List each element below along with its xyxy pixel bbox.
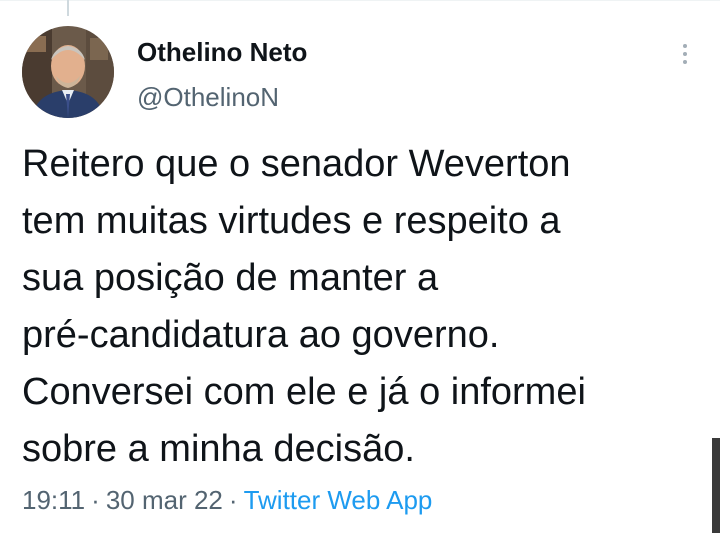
more-vertical-icon bbox=[683, 44, 687, 64]
tweet-text: Reitero que o senador Weverton tem muita… bbox=[22, 136, 712, 478]
tweet-text-line: tem muitas virtudes e respeito a bbox=[22, 200, 561, 242]
tweet-time[interactable]: 19:11 bbox=[22, 485, 85, 515]
tweet-metadata: 19:11 · 30 mar 22 · Twitter Web App bbox=[22, 485, 432, 516]
more-options-button[interactable] bbox=[670, 38, 700, 70]
metadata-separator: · bbox=[228, 485, 238, 515]
tweet-text-line: Conversei com ele e já o informei bbox=[22, 371, 586, 413]
author-name[interactable]: Othelino Neto bbox=[137, 37, 307, 68]
tweet-text-line: Reitero que o senador Weverton bbox=[22, 143, 571, 185]
avatar[interactable] bbox=[22, 26, 114, 118]
tweet-text-line: sua posição de manter a bbox=[22, 257, 439, 299]
tweet-date[interactable]: 30 mar 22 bbox=[106, 485, 223, 515]
avatar-image bbox=[22, 26, 114, 118]
tweet-source-link[interactable]: Twitter Web App bbox=[244, 485, 433, 515]
tweet-text-line: sobre a minha decisão. bbox=[22, 428, 415, 470]
thread-connector-line bbox=[67, 0, 69, 16]
metadata-separator: · bbox=[91, 485, 100, 515]
tweet-text-line: pré-candidatura ao governo. bbox=[22, 314, 500, 356]
scrollbar-thumb[interactable] bbox=[712, 438, 720, 533]
author-handle[interactable]: @OthelinoN bbox=[137, 82, 279, 113]
top-divider bbox=[0, 0, 720, 5]
